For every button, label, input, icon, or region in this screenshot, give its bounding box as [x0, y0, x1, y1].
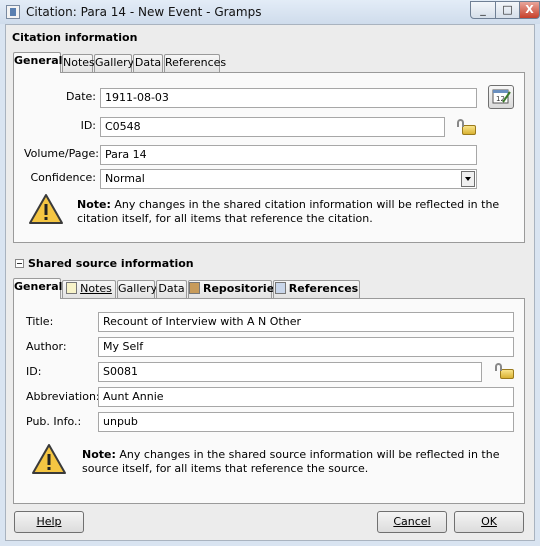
source-tab-repositories[interactable]: Repositories: [188, 280, 281, 298]
cancel-button[interactable]: Cancel: [377, 511, 447, 533]
source-tab-data[interactable]: Data: [156, 280, 187, 298]
gramps-app-icon: [6, 5, 20, 19]
citation-note: Note: Any changes in the shared citation…: [77, 198, 517, 226]
citation-tab-notes[interactable]: Notes: [62, 54, 95, 72]
citation-id-field[interactable]: C0548: [100, 117, 445, 137]
citation-tabs: General Notes Gallery Data References: [13, 52, 513, 73]
citation-tab-general[interactable]: General: [13, 52, 62, 73]
source-id-label: ID:: [26, 365, 42, 378]
source-tab-references[interactable]: References: [273, 280, 360, 298]
citation-id-label: ID:: [80, 119, 96, 132]
minimize-button[interactable]: _: [470, 1, 496, 19]
abbreviation-label: Abbreviation:: [26, 390, 100, 403]
citation-general-panel: Date: 1911-08-03 12 ID: C0548 Volume/Pag…: [13, 72, 525, 243]
source-warning-icon: [32, 444, 66, 474]
volume-page-label: Volume/Page:: [24, 147, 99, 160]
source-note: Note: Any changes in the shared source i…: [82, 448, 512, 476]
citation-section-title: Citation information: [12, 31, 138, 44]
volume-page-field[interactable]: Para 14: [100, 145, 477, 165]
citation-tab-data[interactable]: Data: [133, 54, 163, 72]
dialog-body: Citation information General Notes Galle…: [5, 24, 535, 541]
notes-icon: [66, 282, 78, 294]
maximize-button[interactable]: □: [495, 1, 520, 19]
date-field[interactable]: 1911-08-03: [100, 88, 477, 108]
references-icon: [274, 282, 286, 294]
date-label: Date:: [66, 90, 96, 103]
citation-note-text: Any changes in the shared citation infor…: [77, 198, 500, 225]
title-field[interactable]: Recount of Interview with A N Other: [98, 312, 514, 332]
repository-icon: [189, 282, 200, 294]
citation-tab-gallery[interactable]: Gallery: [94, 54, 134, 72]
source-tab-gallery[interactable]: Gallery: [117, 280, 157, 298]
citation-tab-references[interactable]: References: [164, 54, 226, 72]
pub-info-label: Pub. Info.:: [26, 415, 82, 428]
source-section-title: Shared source information: [28, 257, 194, 270]
source-id-lock-icon[interactable]: [495, 363, 514, 379]
source-note-prefix: Note:: [82, 448, 116, 461]
window-titlebar: Citation: Para 14 - New Event - Gramps _…: [0, 0, 540, 24]
abbreviation-field[interactable]: Aunt Annie: [98, 387, 514, 407]
source-tab-general[interactable]: General: [13, 278, 62, 299]
citation-note-prefix: Note:: [77, 198, 111, 211]
author-field[interactable]: My Self: [98, 337, 514, 357]
close-button[interactable]: X: [519, 1, 540, 19]
source-expander-icon[interactable]: [15, 259, 24, 268]
window-title: Citation: Para 14 - New Event - Gramps: [26, 5, 262, 19]
source-tab-notes[interactable]: Notes: [62, 280, 116, 298]
confidence-label: Confidence:: [30, 171, 96, 184]
source-id-field[interactable]: S0081: [98, 362, 482, 382]
source-tabs: General Notes Gallery Data Repositories …: [13, 278, 513, 299]
date-editor-button[interactable]: 12: [488, 85, 514, 109]
ok-button[interactable]: OK: [454, 511, 524, 533]
date-editor-icon: 12: [492, 89, 511, 104]
citation-id-lock-icon[interactable]: [457, 119, 476, 135]
source-note-text: Any changes in the shared source informa…: [82, 448, 500, 475]
source-general-panel: Title: Recount of Interview with A N Oth…: [13, 298, 525, 504]
chevron-down-icon[interactable]: [461, 171, 475, 187]
confidence-select[interactable]: Normal: [100, 169, 477, 189]
citation-warning-icon: [29, 194, 63, 224]
title-label: Title:: [26, 315, 54, 328]
pub-info-field[interactable]: unpub: [98, 412, 514, 432]
help-button[interactable]: Help: [14, 511, 84, 533]
author-label: Author:: [26, 340, 67, 353]
confidence-value: Normal: [105, 172, 145, 185]
